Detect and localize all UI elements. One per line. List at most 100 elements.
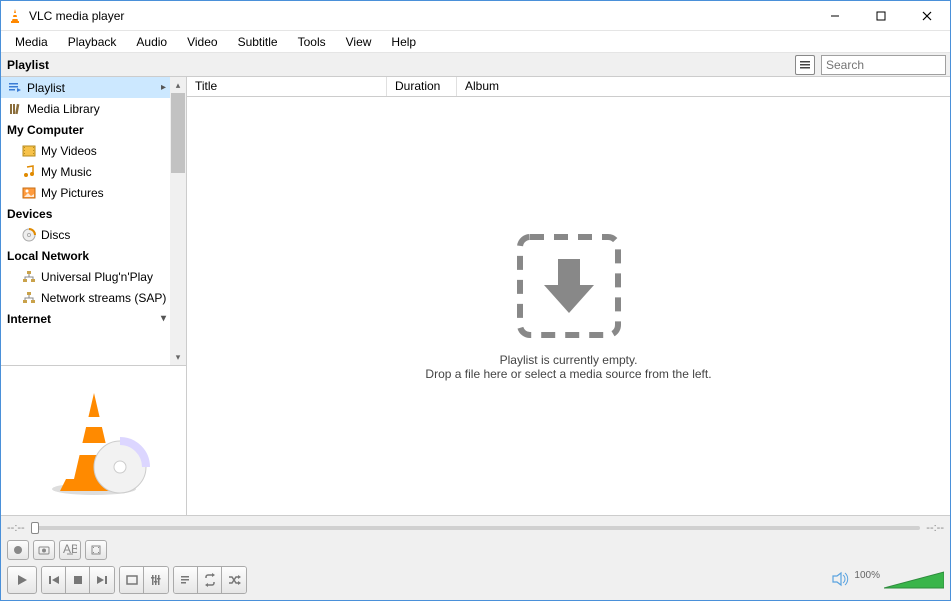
speaker-icon[interactable]	[832, 571, 850, 590]
atob-loop-button[interactable]: AB	[59, 540, 81, 560]
scroll-thumb[interactable]	[171, 93, 185, 173]
transport-group	[41, 566, 115, 594]
sidebar-group-devices: Devices	[1, 203, 186, 224]
menu-playback[interactable]: Playback	[58, 33, 127, 51]
next-button[interactable]	[90, 567, 114, 593]
previous-button[interactable]	[42, 567, 66, 593]
sidebar-item-upnp[interactable]: Universal Plug'n'Play	[1, 266, 186, 287]
app-icon	[7, 8, 23, 24]
sidebar-label: Universal Plug'n'Play	[41, 270, 153, 284]
seek-row: --:-- --:--	[7, 520, 944, 536]
view-group	[119, 566, 169, 594]
sidebar-item-my-videos[interactable]: My Videos	[1, 140, 186, 161]
toggle-playlist-button[interactable]	[174, 567, 198, 593]
fullscreen-button[interactable]	[120, 567, 144, 593]
minimize-button[interactable]	[812, 1, 858, 31]
sidebar-item-my-pictures[interactable]: My Pictures	[1, 182, 186, 203]
col-duration[interactable]: Duration	[387, 77, 457, 96]
playlist-header: Playlist	[1, 53, 950, 77]
sidebar-group-label: Devices	[7, 207, 52, 221]
maximize-button[interactable]	[858, 1, 904, 31]
search-input[interactable]	[821, 55, 946, 75]
volume-slider[interactable]	[884, 570, 944, 590]
playlist-icon	[7, 80, 23, 96]
empty-playlist-dropzone[interactable]: Playlist is currently empty. Drop a file…	[187, 97, 950, 515]
source-tree: Playlist ▸ Media Library My Computer My …	[1, 77, 186, 365]
bottom-panel: --:-- --:-- AB	[1, 515, 950, 600]
playlist-header-title: Playlist	[1, 58, 795, 72]
album-art-pane	[1, 365, 186, 515]
menu-audio[interactable]: Audio	[126, 33, 177, 51]
sidebar-label: My Videos	[41, 144, 97, 158]
sidebar-group-label: Internet	[7, 312, 51, 326]
volume-label: 100%	[854, 570, 880, 581]
menu-view[interactable]: View	[336, 33, 382, 51]
window-buttons	[812, 1, 950, 31]
loop-button[interactable]	[198, 567, 222, 593]
sidebar-item-discs[interactable]: Discs	[1, 224, 186, 245]
sidebar: Playlist ▸ Media Library My Computer My …	[1, 77, 187, 515]
chevron-right-icon[interactable]: ▸	[161, 82, 168, 93]
menu-video[interactable]: Video	[177, 33, 227, 51]
sidebar-scrollbar[interactable]: ▴ ▾	[170, 77, 186, 365]
column-headers: Title Duration Album	[187, 77, 950, 97]
seek-handle[interactable]	[31, 522, 39, 534]
scroll-up-icon[interactable]: ▴	[170, 77, 186, 93]
extended-settings-button[interactable]	[144, 567, 168, 593]
elapsed-time[interactable]: --:--	[7, 522, 25, 534]
network-icon	[21, 269, 37, 285]
menu-help[interactable]: Help	[381, 33, 426, 51]
sidebar-item-media-library[interactable]: Media Library	[1, 98, 186, 119]
extra-controls-row: AB	[7, 540, 944, 560]
sidebar-group-label: My Computer	[7, 123, 84, 137]
frame-step-button[interactable]	[85, 540, 107, 560]
sidebar-label: Network streams (SAP)	[41, 291, 166, 305]
sidebar-label: Playlist	[27, 81, 65, 95]
empty-text-1: Playlist is currently empty.	[500, 353, 638, 367]
picture-icon	[21, 185, 37, 201]
vlc-cone-art	[34, 381, 154, 501]
sidebar-group-my-computer: My Computer	[1, 119, 186, 140]
sidebar-item-sap[interactable]: Network streams (SAP)	[1, 287, 186, 308]
disc-icon	[21, 227, 37, 243]
empty-text-2: Drop a file here or select a media sourc…	[425, 367, 711, 381]
menu-subtitle[interactable]: Subtitle	[228, 33, 288, 51]
record-button[interactable]	[7, 540, 29, 560]
snapshot-button[interactable]	[33, 540, 55, 560]
sidebar-group-internet[interactable]: Internet ▾	[1, 308, 186, 329]
sidebar-item-my-music[interactable]: My Music	[1, 161, 186, 182]
menu-media[interactable]: Media	[5, 33, 58, 51]
sidebar-group-label: Local Network	[7, 249, 89, 263]
sidebar-label: My Pictures	[41, 186, 104, 200]
main-controls-row: 100%	[7, 566, 944, 594]
sidebar-group-local-network: Local Network	[1, 245, 186, 266]
shuffle-button[interactable]	[222, 567, 246, 593]
sidebar-label: Media Library	[27, 102, 100, 116]
stop-button[interactable]	[66, 567, 90, 593]
body: Playlist ▸ Media Library My Computer My …	[1, 77, 950, 515]
app-window: VLC media player Media Playback Audio Vi…	[0, 0, 951, 601]
menubar: Media Playback Audio Video Subtitle Tool…	[1, 31, 950, 53]
sidebar-item-playlist[interactable]: Playlist ▸	[1, 77, 186, 98]
sidebar-label: My Music	[41, 165, 92, 179]
volume-control: 100%	[832, 570, 944, 591]
close-button[interactable]	[904, 1, 950, 31]
menu-tools[interactable]: Tools	[288, 33, 336, 51]
view-mode-button[interactable]	[795, 55, 815, 75]
playlist-group	[173, 566, 247, 594]
video-icon	[21, 143, 37, 159]
drop-arrow-icon	[514, 231, 624, 341]
library-icon	[7, 101, 23, 117]
col-album[interactable]: Album	[457, 77, 950, 96]
scroll-down-icon[interactable]: ▾	[170, 349, 186, 365]
network-icon	[21, 290, 37, 306]
seek-slider[interactable]	[31, 526, 921, 530]
chevron-down-icon[interactable]: ▾	[161, 313, 168, 324]
col-title[interactable]: Title	[187, 77, 387, 96]
total-time[interactable]: --:--	[926, 522, 944, 534]
playlist-main: Title Duration Album Playlist is current…	[187, 77, 950, 515]
sidebar-label: Discs	[41, 228, 70, 242]
play-button[interactable]	[7, 566, 37, 594]
music-icon	[21, 164, 37, 180]
titlebar: VLC media player	[1, 1, 950, 31]
